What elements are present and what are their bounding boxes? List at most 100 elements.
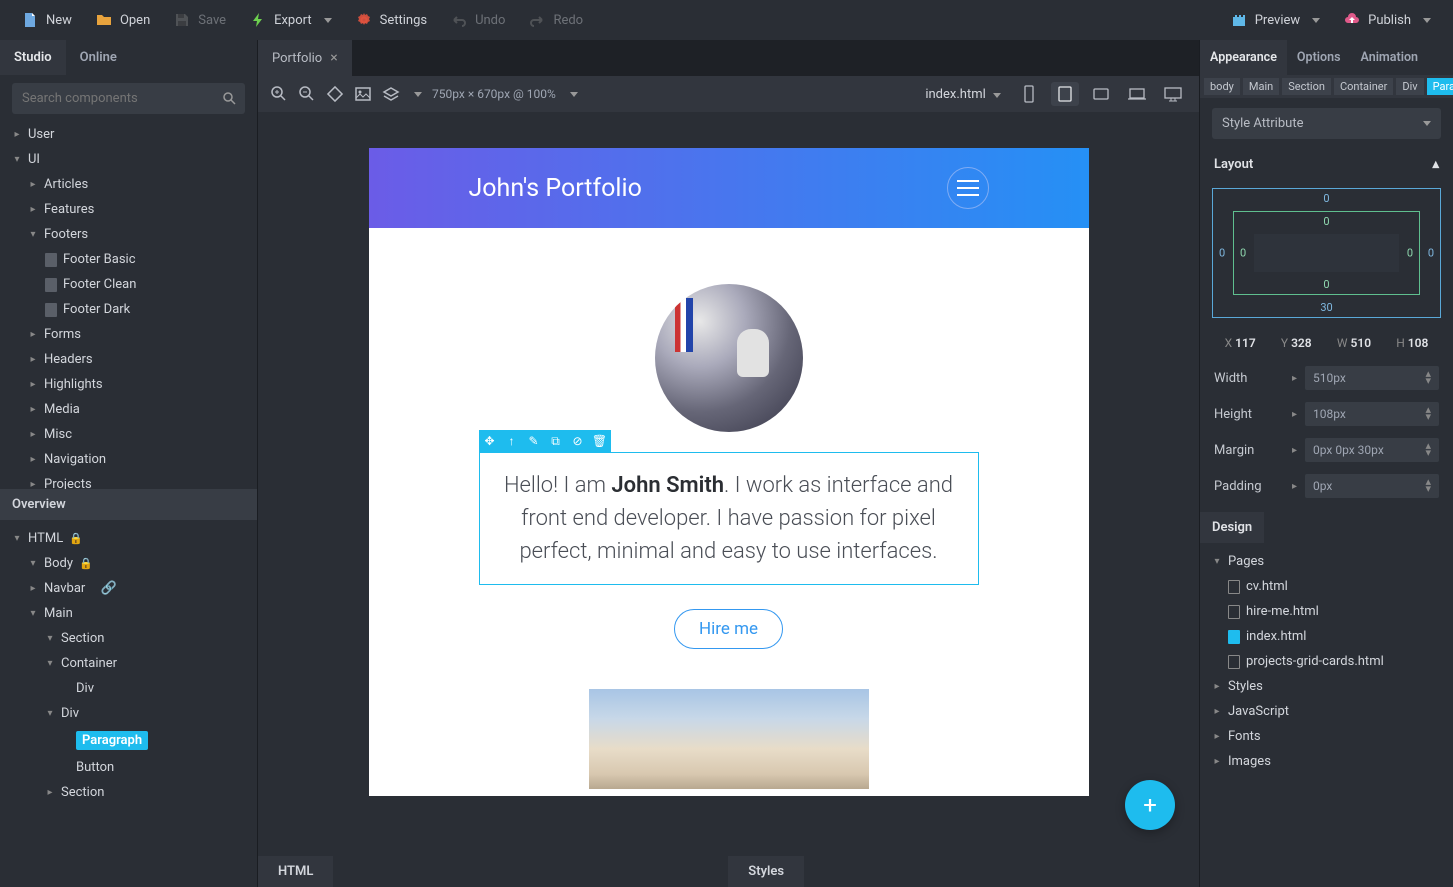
close-icon[interactable]: ×	[330, 50, 337, 66]
device-tablet[interactable]	[1051, 82, 1079, 106]
tree-misc[interactable]: ▸Misc	[0, 422, 257, 447]
crumb-main[interactable]: Main	[1243, 78, 1279, 95]
edit-icon[interactable]: ✎	[523, 430, 545, 452]
selection-toolbar: ✥ ↑ ✎ ⧉ ⊘ 🗑	[479, 430, 611, 452]
device-desktop[interactable]	[1159, 82, 1187, 106]
prop-margin[interactable]: Margin▸ 0px 0px 30px▴▾	[1200, 432, 1453, 468]
ov-html[interactable]: ▾HTML 🔒	[0, 526, 257, 551]
crumb-body[interactable]: body	[1204, 78, 1240, 95]
tree-features[interactable]: ▸Features	[0, 197, 257, 222]
tree-user[interactable]: ▸User	[0, 122, 257, 147]
hide-icon[interactable]: ⊘	[567, 430, 589, 452]
ov-navbar[interactable]: ▸Navbar 🔗	[0, 576, 257, 601]
selected-element[interactable]: ✥ ↑ ✎ ⧉ ⊘ 🗑 Hello! I am John Smith. I wo…	[479, 452, 979, 585]
landscape-image	[589, 689, 869, 789]
hire-button[interactable]: Hire me	[674, 609, 783, 649]
style-attribute-select[interactable]: Style Attribute	[1212, 108, 1441, 139]
up-icon[interactable]: ↑	[501, 430, 523, 452]
ov-div1[interactable]: Div	[0, 676, 257, 701]
crumb-paragraph[interactable]: Paragraph	[1427, 78, 1453, 95]
page-projects[interactable]: projects-grid-cards.html	[1200, 649, 1453, 674]
tab-appearance[interactable]: Appearance	[1200, 40, 1287, 75]
prop-padding[interactable]: Padding▸ 0px▴▾	[1200, 468, 1453, 504]
design-js[interactable]: ▸JavaScript	[1200, 699, 1453, 724]
paragraph-content[interactable]: Hello! I am John Smith. I work as interf…	[479, 452, 979, 585]
tab-options[interactable]: Options	[1287, 40, 1351, 75]
section-layout[interactable]: Layout▴	[1200, 149, 1453, 180]
crumb-section[interactable]: Section	[1282, 78, 1331, 95]
menu-icon[interactable]	[947, 167, 989, 209]
canvas-tab[interactable]: Portfolio ×	[258, 40, 352, 76]
save-button[interactable]: Save	[164, 6, 236, 34]
device-tablet-l[interactable]	[1087, 82, 1115, 106]
studio-tab[interactable]: Studio	[0, 40, 66, 75]
settings-button[interactable]: Settings	[346, 6, 437, 34]
ov-main[interactable]: ▾Main	[0, 601, 257, 626]
prop-width[interactable]: Width▸ 510px▴▾	[1200, 360, 1453, 396]
page-cv[interactable]: cv.html	[1200, 574, 1453, 599]
online-tab[interactable]: Online	[66, 40, 131, 75]
file-selector[interactable]: index.html	[925, 87, 1001, 102]
tree-ui[interactable]: ▾UI	[0, 147, 257, 172]
crumb-container[interactable]: Container	[1334, 78, 1393, 95]
fab-add[interactable]: +	[1125, 780, 1175, 830]
ov-section2[interactable]: ▸Section	[0, 780, 257, 805]
layers-icon[interactable]	[382, 85, 400, 103]
design-pages[interactable]: ▾Pages	[1200, 549, 1453, 574]
open-button[interactable]: Open	[86, 6, 160, 34]
tab-animation[interactable]: Animation	[1351, 40, 1429, 75]
tree-media[interactable]: ▸Media	[0, 397, 257, 422]
new-button[interactable]: New	[12, 6, 82, 34]
tree-navigation[interactable]: ▸Navigation	[0, 447, 257, 472]
design-fonts[interactable]: ▸Fonts	[1200, 724, 1453, 749]
rotate-icon[interactable]	[326, 85, 344, 103]
tree-highlights[interactable]: ▸Highlights	[0, 372, 257, 397]
ov-body[interactable]: ▾Body 🔒	[0, 551, 257, 576]
trash-icon[interactable]: 🗑	[589, 430, 611, 452]
search-icon[interactable]	[221, 90, 237, 106]
design-images[interactable]: ▸Images	[1200, 749, 1453, 774]
box-model[interactable]: 0 30 0 0 0 0 0 0	[1212, 188, 1441, 318]
tree-footer-dark[interactable]: Footer Dark	[0, 297, 257, 322]
tree-articles[interactable]: ▸Articles	[0, 172, 257, 197]
tree-forms[interactable]: ▸Forms	[0, 322, 257, 347]
chevron-up-icon: ▴	[1432, 157, 1439, 172]
tree-projects[interactable]: ▸Projects	[0, 472, 257, 489]
publish-button[interactable]: Publish	[1334, 6, 1441, 34]
preview-button[interactable]: Preview	[1221, 6, 1330, 34]
tree-footer-clean[interactable]: Footer Clean	[0, 272, 257, 297]
move-icon[interactable]: ✥	[479, 430, 501, 452]
zoom-out-icon[interactable]	[298, 85, 316, 103]
image-icon[interactable]	[354, 85, 372, 103]
device-phone[interactable]	[1015, 82, 1043, 106]
crumb-div[interactable]: Div	[1396, 78, 1423, 95]
ov-div2[interactable]: ▾Div	[0, 701, 257, 726]
canvas-frame[interactable]: John's Portfolio ✥ ↑ ✎ ⧉ ⊘ 🗑	[369, 148, 1089, 796]
design-tab[interactable]: Design	[1200, 512, 1264, 543]
bottom-tab-html[interactable]: HTML	[258, 856, 333, 887]
page-index[interactable]: index.html	[1200, 624, 1453, 649]
page-hire[interactable]: hire-me.html	[1200, 599, 1453, 624]
ov-container[interactable]: ▾Container	[0, 651, 257, 676]
tree-footer-basic[interactable]: Footer Basic	[0, 247, 257, 272]
undo-button[interactable]: Undo	[441, 6, 515, 34]
ov-paragraph[interactable]: Paragraph	[0, 726, 257, 755]
canvas-viewport: John's Portfolio ✥ ↑ ✎ ⧉ ⊘ 🗑	[258, 112, 1199, 856]
zoom-in-icon[interactable]	[270, 85, 288, 103]
design-styles[interactable]: ▸Styles	[1200, 674, 1453, 699]
overview-header[interactable]: Overview	[0, 489, 257, 520]
redo-button[interactable]: Redo	[519, 6, 593, 34]
undo-icon	[451, 12, 467, 28]
ov-button[interactable]: Button	[0, 755, 257, 780]
bottom-tab-styles[interactable]: Styles	[728, 856, 804, 887]
tree-headers[interactable]: ▸Headers	[0, 347, 257, 372]
ov-section[interactable]: ▾Section	[0, 626, 257, 651]
copy-icon[interactable]: ⧉	[545, 430, 567, 452]
right-panel: Appearance Options Animation body Main S…	[1199, 40, 1453, 887]
export-button[interactable]: Export	[240, 6, 342, 34]
device-laptop[interactable]	[1123, 82, 1151, 106]
prop-height[interactable]: Height▸ 108px▴▾	[1200, 396, 1453, 432]
search-input[interactable]	[12, 83, 245, 114]
tree-footers[interactable]: ▾Footers	[0, 222, 257, 247]
zoom-label[interactable]: 750px × 670px @ 100%	[432, 87, 556, 101]
